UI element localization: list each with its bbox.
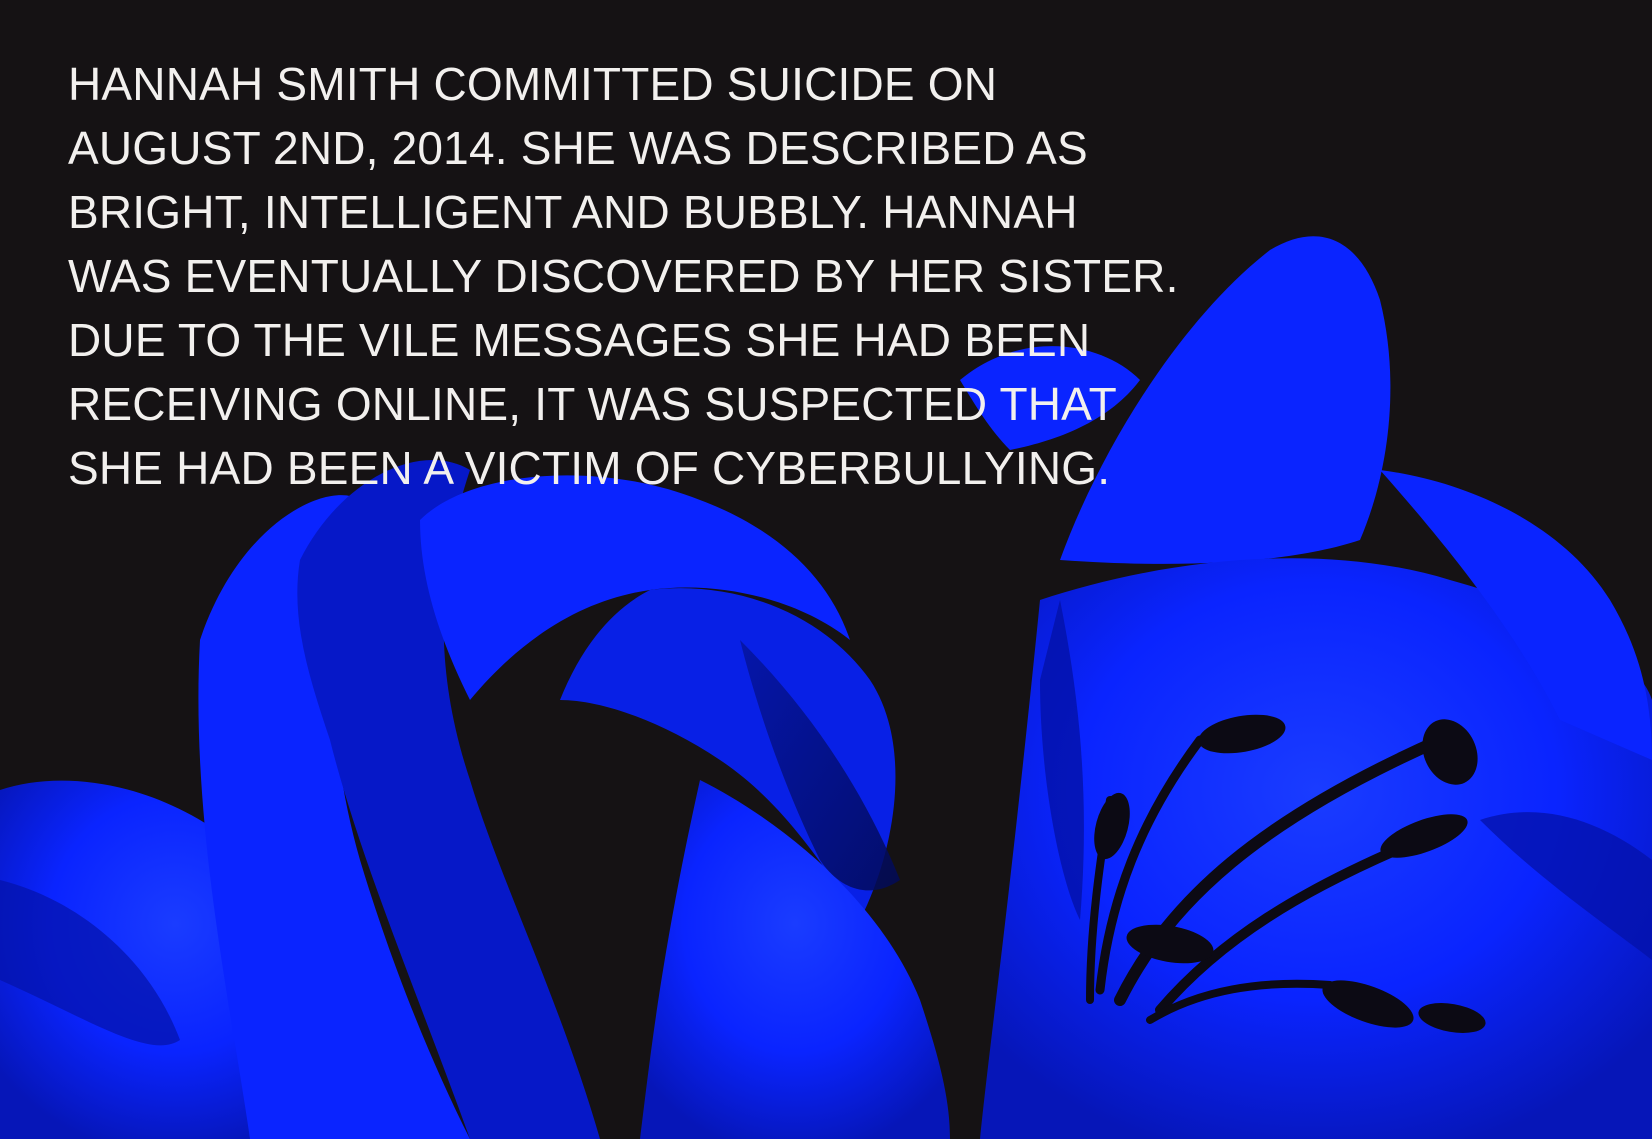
- statement-line-5: DUE TO THE VILE MESSAGES SHE HAD BEEN: [68, 314, 1091, 366]
- statement-line-2: AUGUST 2ND, 2014. SHE WAS DESCRIBED AS: [68, 122, 1088, 174]
- statement-line-7: SHE HAD BEEN A VICTIM OF CYBERBULLYING.: [68, 442, 1111, 494]
- petal-center-lower: [640, 780, 950, 1139]
- memorial-statement: HANNAH SMITH COMMITTED SUICIDE ON AUGUST…: [68, 52, 1408, 500]
- statement-line-6: RECEIVING ONLINE, IT WAS SUSPECTED THAT: [68, 378, 1117, 430]
- page: HANNAH SMITH COMMITTED SUICIDE ON AUGUST…: [0, 0, 1652, 1139]
- statement-line-1: HANNAH SMITH COMMITTED SUICIDE ON: [68, 58, 998, 110]
- statement-line-3: BRIGHT, INTELLIGENT AND BUBBLY. HANNAH: [68, 186, 1078, 238]
- statement-line-4: WAS EVENTUALLY DISCOVERED BY HER SISTER.: [68, 250, 1179, 302]
